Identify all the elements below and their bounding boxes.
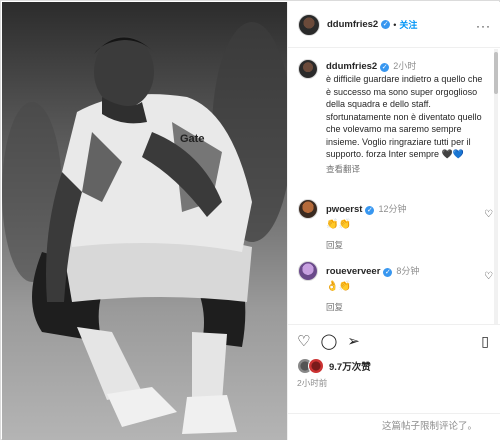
post-actions: ♡ ◯ ➢ ▯ 9.7万次赞 2小时前 这篇帖子限制评论了。 <box>288 324 500 440</box>
comment-icon[interactable]: ◯ <box>320 333 337 351</box>
verified-icon: ✓ <box>381 20 391 29</box>
comment-username[interactable]: pwoerst <box>326 204 362 215</box>
caption: ddumfries2 ✓ 2小时 è difficile guardare indi… <box>298 59 488 175</box>
follow-button[interactable]: 关注 <box>399 18 417 31</box>
header-username[interactable]: ddumfries2 <box>327 19 378 30</box>
caption-text: è difficile guardare indietro a quello c… <box>326 74 483 159</box>
comments-area: ddumfries2 ✓ 2小时 è difficile guardare indi… <box>288 49 500 324</box>
heart-icon[interactable]: ♡ <box>297 333 310 351</box>
avatar[interactable] <box>298 199 318 219</box>
comments-limited-bar: 这篇帖子限制评论了。 <box>288 413 500 432</box>
heart-icon[interactable]: ♡ <box>484 271 493 282</box>
share-icon[interactable]: ➢ <box>347 333 360 351</box>
posted-time[interactable]: 2小时前 <box>297 377 327 389</box>
post-photo: Gate <box>2 2 287 440</box>
caption-time[interactable]: 2小时 <box>393 61 416 71</box>
comment-item: roueverveer ✓ 8分钟 👌👏 回复 ♡ <box>298 261 493 313</box>
verified-icon: ✓ <box>380 63 390 72</box>
comment-text: 👏👏 <box>326 219 351 230</box>
reply-button[interactable]: 回复 <box>326 301 419 313</box>
post-dialog: Gate ddumfries2 ✓ • 关注 ··· ddumfries2 ✓ … <box>0 0 500 440</box>
bookmark-icon[interactable]: ▯ <box>481 333 489 350</box>
separator-dot: • <box>393 19 397 30</box>
more-options-icon[interactable]: ··· <box>476 19 491 33</box>
likes-row[interactable]: 9.7万次赞 <box>297 358 371 374</box>
translate-link[interactable]: 查看翻译 <box>326 163 486 175</box>
heart-icon[interactable]: ♡ <box>484 209 493 220</box>
avatar[interactable] <box>298 59 318 79</box>
post-sidebar: ddumfries2 ✓ • 关注 ··· ddumfries2 ✓ 2小时 è d… <box>287 2 500 440</box>
avatar <box>308 358 324 374</box>
likes-count[interactable]: 9.7万次赞 <box>329 359 371 373</box>
comment-username[interactable]: roueverveer <box>326 266 380 277</box>
avatar[interactable] <box>298 13 320 36</box>
comment-item: pwoerst ✓ 12分钟 👏👏 回复 ♡ <box>298 199 493 251</box>
comment-time[interactable]: 12分钟 <box>378 204 406 214</box>
verified-icon: ✓ <box>365 206 375 215</box>
reply-button[interactable]: 回复 <box>326 239 406 251</box>
comment-time[interactable]: 8分钟 <box>396 266 419 276</box>
avatar[interactable] <box>298 261 318 281</box>
comments-limited-text: 这篇帖子限制评论了。 <box>381 421 477 432</box>
verified-icon: ✓ <box>383 268 393 277</box>
caption-username[interactable]: ddumfries2 <box>326 61 377 72</box>
svg-text:Gate: Gate <box>180 133 204 145</box>
player-image: Gate <box>2 2 287 440</box>
post-header: ddumfries2 ✓ • 关注 ··· <box>288 2 500 48</box>
comment-text: 👌👏 <box>326 281 351 292</box>
